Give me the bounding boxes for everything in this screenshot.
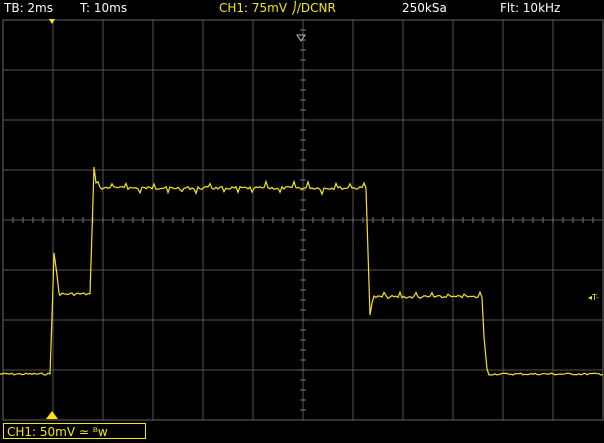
- filter-readout[interactable]: Flt: 10kHz: [500, 0, 560, 17]
- trigger-settings-readout[interactable]: CH1: 75mV ⎠/DCNR: [219, 0, 336, 17]
- trigger-delay-readout[interactable]: T: 10ms: [80, 0, 127, 17]
- waveform-display[interactable]: ◂T-: [0, 17, 604, 423]
- graticule: [2, 19, 604, 421]
- sample-rate-readout[interactable]: 250kSa: [402, 0, 447, 17]
- ch1-waveform-trace: [0, 166, 604, 376]
- trigger-position-marker-bottom[interactable]: [46, 411, 58, 419]
- channel-1-settings[interactable]: CH1: 50mV ≃ ᴮw: [3, 423, 146, 439]
- channel-1-label: CH1: 50mV ≃ ᴮw: [7, 425, 108, 439]
- trigger-position-marker-top: [49, 19, 55, 24]
- status-bar: TB: 2ms T: 10ms CH1: 75mV ⎠/DCNR 250kSa …: [0, 0, 604, 17]
- timebase-readout[interactable]: TB: 2ms: [4, 0, 53, 17]
- trigger-level-label[interactable]: ◂T-: [588, 293, 599, 302]
